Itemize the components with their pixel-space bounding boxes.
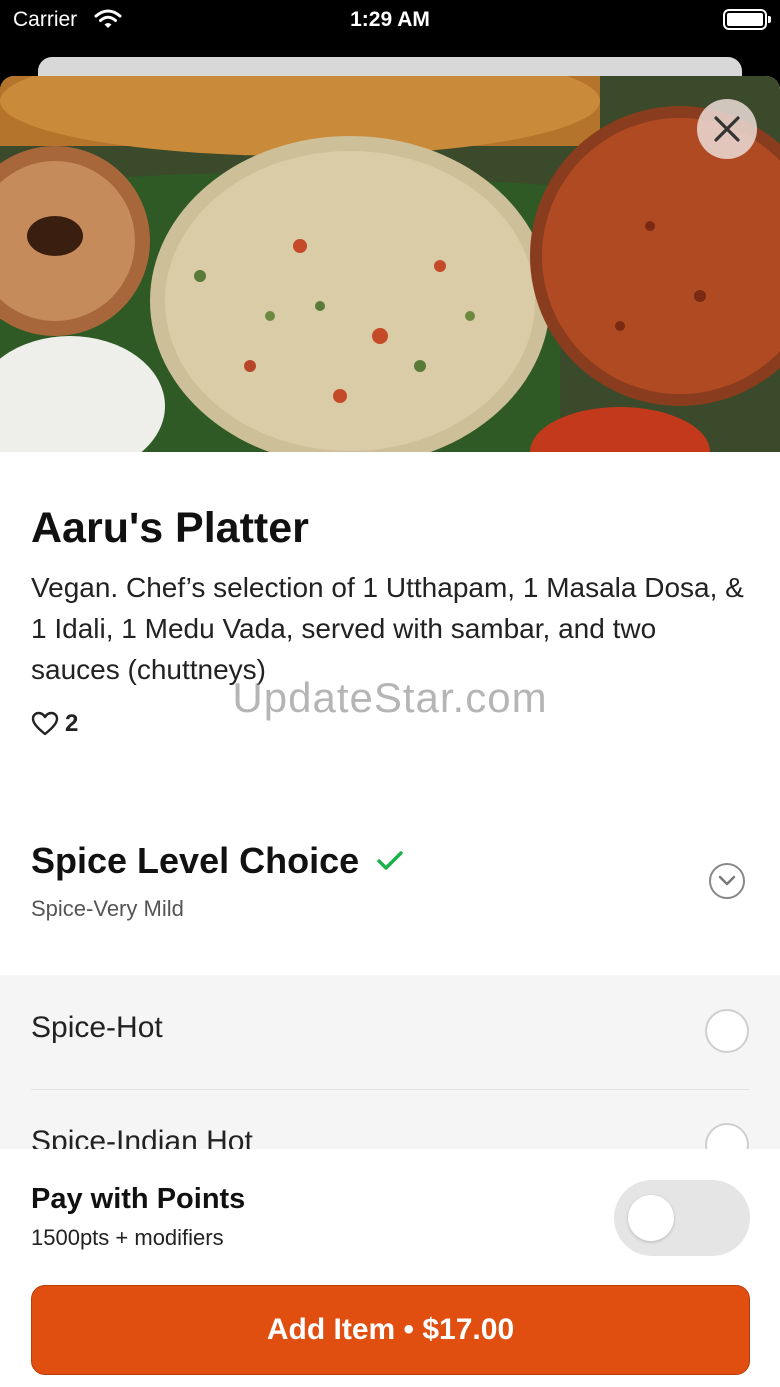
modifier-selected-value: Spice-Very Mild: [31, 896, 184, 921]
add-item-button[interactable]: Add Item • $17.00: [31, 1285, 750, 1375]
chevron-down-icon: [718, 875, 736, 886]
checkmark-icon: [377, 851, 403, 870]
likes-count: 2: [65, 710, 79, 737]
item-title: Aaru's Platter: [31, 504, 309, 552]
modifier-group-title: Spice Level Choice: [31, 840, 360, 881]
option-row[interactable]: Spice-Hot: [0, 975, 780, 1090]
option-radio[interactable]: [705, 1009, 749, 1053]
item-detail-sheet: Aaru's Platter Vegan. Chef’s selection o…: [0, 76, 780, 1387]
modifier-group-header[interactable]: Spice Level Choice: [31, 840, 403, 882]
battery-icon: [723, 9, 771, 30]
pay-with-points-subtitle: 1500pts + modifiers: [31, 1225, 224, 1250]
item-description: Vegan. Chef’s selection of 1 Utthapam, 1…: [31, 572, 744, 685]
clock: 1:29 AM: [350, 8, 430, 31]
pay-with-points-title: Pay with Points: [31, 1183, 246, 1215]
heart-icon: [31, 711, 59, 736]
checkout-footer: Pay with Points 1500pts + modifiers Add …: [0, 1149, 780, 1387]
likes[interactable]: 2: [31, 710, 78, 738]
pay-with-points-toggle[interactable]: [614, 1180, 750, 1256]
watermark: UpdateStar.com: [232, 674, 548, 721]
close-button[interactable]: [697, 99, 757, 159]
status-bar: Carrier 1:29 AM: [0, 0, 780, 40]
close-icon: [714, 116, 740, 142]
collapse-toggle[interactable]: [709, 863, 745, 899]
food-photo: [0, 76, 780, 452]
toggle-knob: [628, 1195, 674, 1241]
option-label: Spice-Hot: [31, 1011, 163, 1044]
